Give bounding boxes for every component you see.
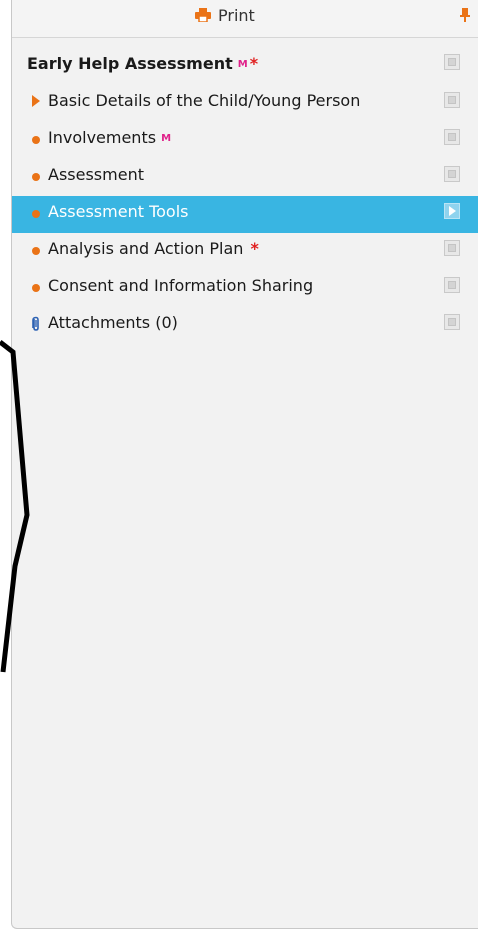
annotation-drawing — [0, 340, 30, 673]
annotation-stroke — [0, 340, 30, 673]
